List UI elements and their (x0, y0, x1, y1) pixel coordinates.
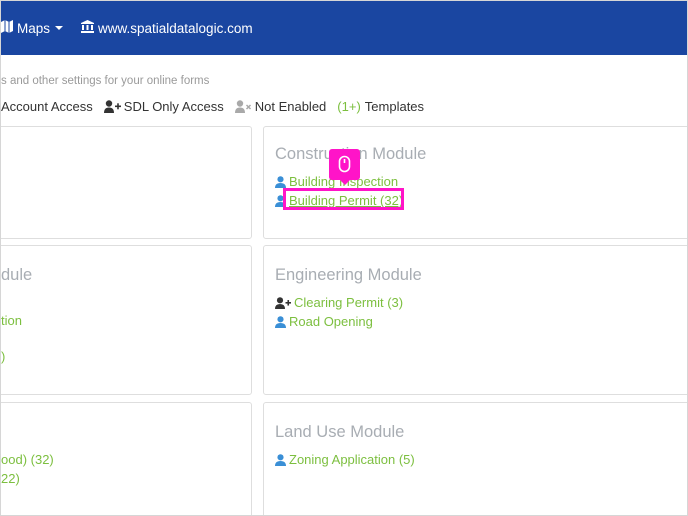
maps-menu-label: Maps (17, 20, 51, 36)
website-link[interactable]: www.spatialdatalogic.com (81, 20, 253, 36)
legend-templates-count: (1+) (337, 99, 361, 114)
access-legend: Account Access SDL Only Access Not Enabl… (1, 99, 435, 114)
link-mid-left-2[interactable]: ) (1, 349, 5, 364)
app-window: Maps www.spatialdatalogic.com s and othe… (0, 0, 688, 516)
link-bottom-left-1[interactable]: ood) (32) (1, 452, 54, 467)
mouse-click-icon (329, 149, 360, 185)
card-title-land-use: Land Use Module (275, 423, 405, 441)
card-title-engineering: Engineering Module (275, 266, 422, 284)
legend-account-access: Account Access (1, 99, 93, 114)
legend-account-access-label: Account Access (1, 99, 93, 114)
module-card-top-left (1, 126, 252, 239)
link-road-opening[interactable]: Road Opening (275, 314, 373, 329)
click-highlight (283, 188, 404, 210)
website-link-label: www.spatialdatalogic.com (98, 20, 253, 36)
legend-templates-label: Templates (364, 99, 425, 114)
legend-sdl-only: SDL Only Access (103, 99, 224, 114)
link-bottom-left-1-label: ood) (32) (1, 452, 54, 467)
user-disabled-icon (234, 100, 251, 113)
user-plus-icon (275, 296, 291, 309)
institution-icon (81, 20, 94, 36)
link-zoning-application-label: Zoning Application (5) (289, 452, 415, 467)
legend-sdl-only-label: SDL Only Access (123, 99, 224, 114)
user-icon (275, 453, 286, 466)
link-clearing-permit[interactable]: Clearing Permit (3) (275, 295, 403, 310)
user-icon (275, 315, 286, 328)
link-road-opening-label: Road Opening (289, 314, 373, 329)
legend-not-enabled-label: Not Enabled (254, 99, 327, 114)
card-title-mid-left: dule (1, 266, 33, 284)
top-navbar: Maps www.spatialdatalogic.com (1, 1, 687, 55)
map-icon (1, 20, 13, 36)
page-subtitle: s and other settings for your online for… (1, 75, 210, 87)
maps-menu[interactable]: Maps (1, 20, 64, 36)
link-mid-left-1-label: tion (1, 313, 22, 328)
caret-down-icon (55, 26, 64, 30)
link-mid-left-1[interactable]: tion (1, 313, 22, 328)
link-zoning-application[interactable]: Zoning Application (5) (275, 452, 415, 467)
link-clearing-permit-label: Clearing Permit (3) (294, 295, 404, 310)
module-card-mid-left (1, 245, 252, 395)
legend-not-enabled: Not Enabled (234, 99, 327, 114)
link-bottom-left-2[interactable]: 22) (1, 471, 20, 486)
link-bottom-left-2-label: 22) (1, 471, 20, 486)
user-plus-icon (103, 100, 121, 113)
legend-templates: (1+) Templates (337, 99, 424, 114)
link-mid-left-2-label: ) (1, 349, 6, 364)
user-icon (275, 175, 286, 188)
